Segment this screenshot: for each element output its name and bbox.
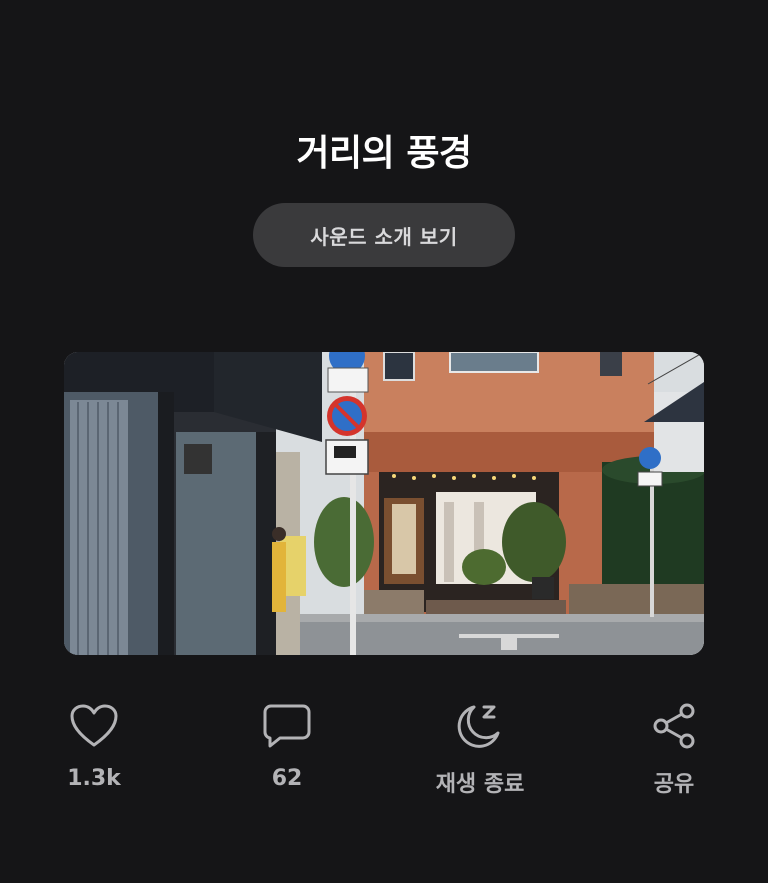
like-action[interactable]: 1.3k [24, 700, 164, 791]
page: 거리의 풍경 사운드 소개 보기 1.3k 62 재생 종료 공유 [0, 0, 768, 883]
heart-icon [68, 700, 120, 752]
like-count: 1.3k [67, 766, 121, 791]
chat-bubble-icon [261, 700, 313, 752]
sleep-timer-label: 재생 종료 [435, 772, 525, 797]
moon-sleep-icon [454, 700, 506, 752]
comment-count: 62 [271, 766, 303, 791]
sound-intro-button[interactable]: 사운드 소개 보기 [253, 203, 515, 267]
share-label: 공유 [653, 772, 695, 797]
share-action[interactable]: 공유 [604, 700, 744, 798]
action-bar: 1.3k 62 재생 종료 공유 [0, 700, 768, 810]
comment-action[interactable]: 62 [217, 700, 357, 791]
sleep-timer-action[interactable]: 재생 종료 [410, 700, 550, 798]
share-icon [648, 700, 700, 752]
page-title: 거리의 풍경 [296, 133, 472, 174]
street-photo [64, 352, 704, 655]
